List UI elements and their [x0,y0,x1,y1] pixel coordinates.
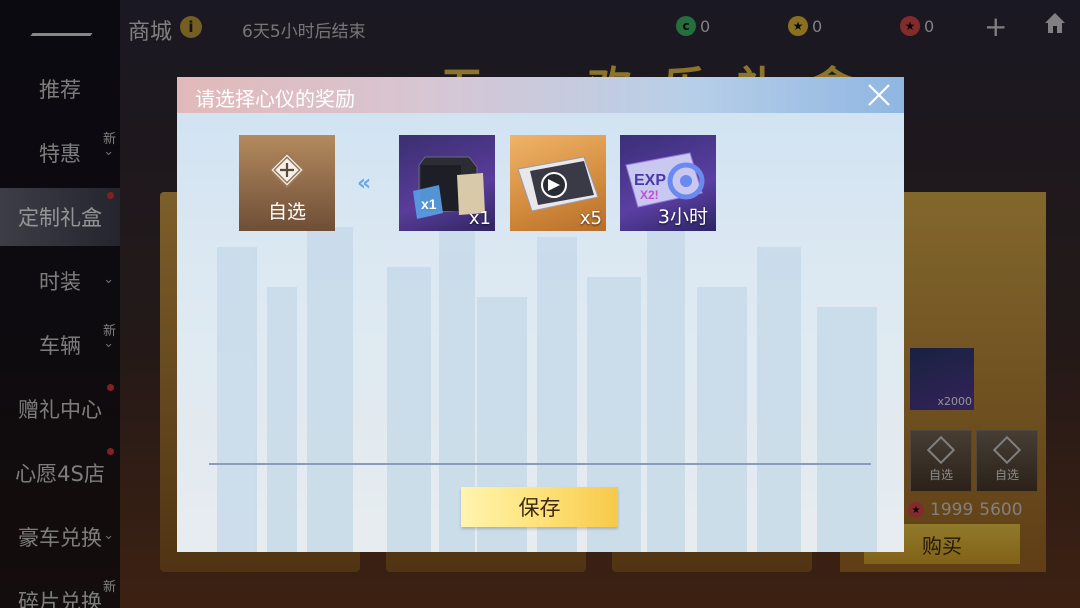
close-button[interactable] [865,81,893,109]
dialog-header: 请选择心仪的奖励 [177,77,904,113]
plus-diamond-icon [266,149,308,191]
divider [209,463,871,465]
svg-text:EXP: EXP [634,172,666,189]
dialog-title: 请选择心仪的奖励 [195,87,355,111]
svg-text:x1: x1 [421,196,437,212]
save-button[interactable]: 保存 [461,487,618,527]
reward-option-racing-ticket[interactable]: x5 [510,135,606,231]
reward-option-exp-card[interactable]: EXP X2! 3小时 [620,135,716,231]
reward-qty: 3小时 [657,206,708,228]
custom-slot-label: 自选 [267,201,306,223]
reward-qty: x1 [468,208,491,229]
custom-select-slot[interactable]: 自选 [239,135,335,231]
svg-text:X2!: X2! [640,188,659,202]
close-icon [868,84,890,106]
double-chevron-left-icon: « [357,171,372,196]
reward-option-gift-box[interactable]: x1 x1 [399,135,495,231]
reward-select-dialog: 请选择心仪的奖励 自选 « x1 x1 x5 EXP X2! 3小时 保存 [177,77,904,552]
reward-qty: x5 [579,208,602,229]
